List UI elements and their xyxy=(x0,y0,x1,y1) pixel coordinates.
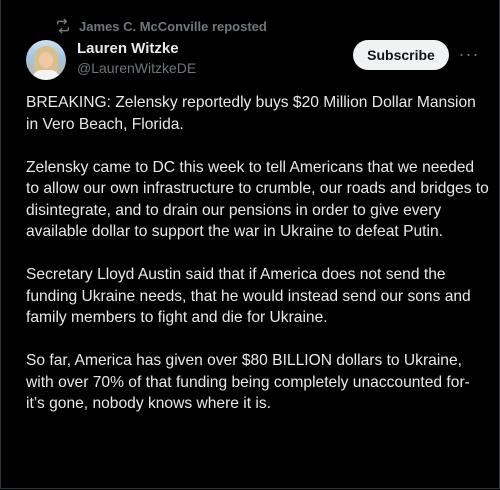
avatar-body xyxy=(32,70,60,80)
avatar-face xyxy=(39,52,53,68)
tweet-paragraph: Secretary Lloyd Austin said that if Amer… xyxy=(26,266,471,326)
tweet-card: James C. McConville reposted Lauren Witz… xyxy=(0,0,500,489)
more-options-icon[interactable]: ··· xyxy=(457,44,481,64)
tweet-text: BREAKING: Zelensky reportedly buys $20 M… xyxy=(26,92,491,436)
avatar[interactable] xyxy=(26,40,66,80)
repost-text: James C. McConville reposted xyxy=(79,18,267,34)
subscribe-button[interactable]: Subscribe xyxy=(353,40,449,70)
repost-icon xyxy=(55,18,71,34)
tweet-paragraph: So far, America has given over $80 BILLI… xyxy=(26,352,470,412)
author-name[interactable]: Lauren Witzke xyxy=(77,40,179,57)
author-handle[interactable]: @LaurenWitzkeDE xyxy=(77,60,196,76)
repost-indicator[interactable]: James C. McConville reposted xyxy=(55,16,267,36)
tweet-paragraph: BREAKING: Zelensky reportedly buys $20 M… xyxy=(26,94,476,133)
tweet-paragraph: Zelensky came to DC this week to tell Am… xyxy=(26,158,489,241)
